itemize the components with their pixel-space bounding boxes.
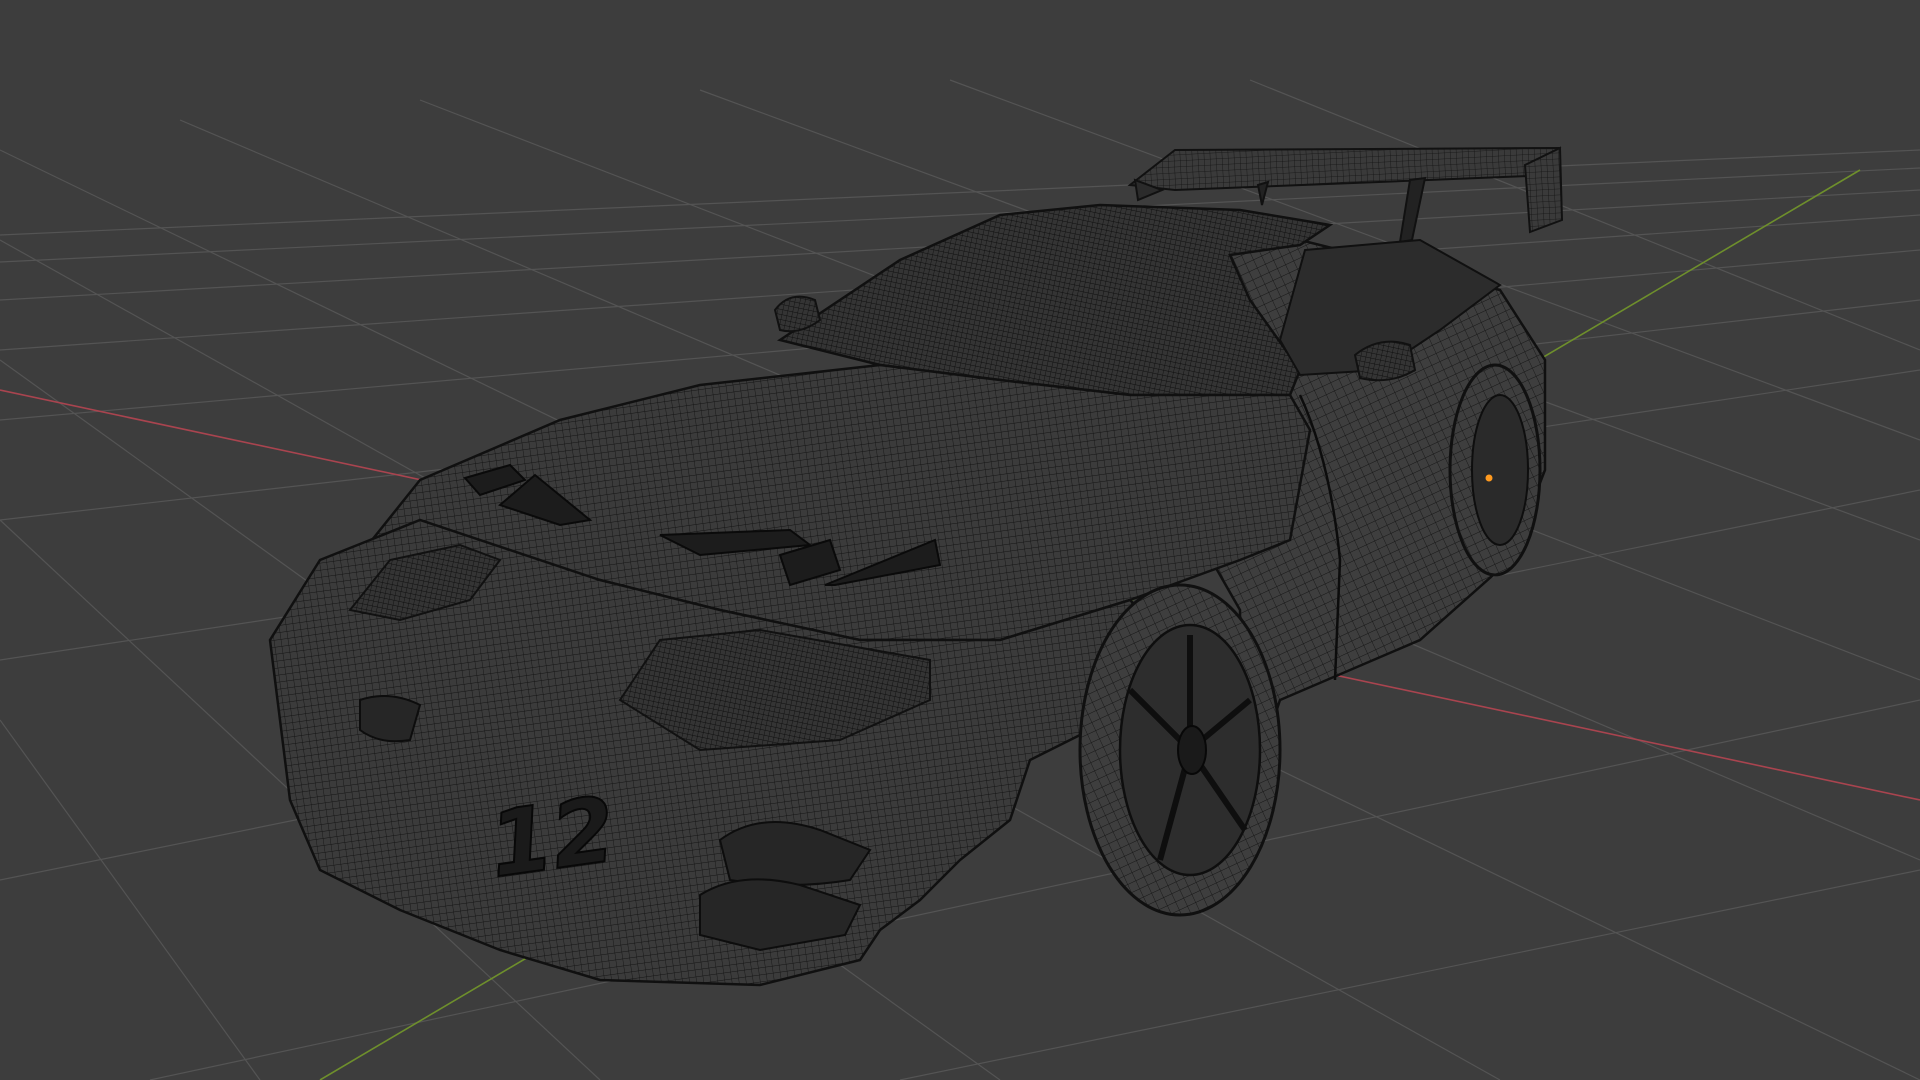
rear-wheel [1448, 363, 1542, 577]
front-number-decal: 12 [483, 777, 622, 898]
object-origin-marker[interactable] [1485, 474, 1493, 482]
front-wheel [1078, 583, 1282, 917]
front-intake-left [359, 695, 422, 743]
3d-viewport[interactable]: 12 [0, 0, 1920, 1080]
